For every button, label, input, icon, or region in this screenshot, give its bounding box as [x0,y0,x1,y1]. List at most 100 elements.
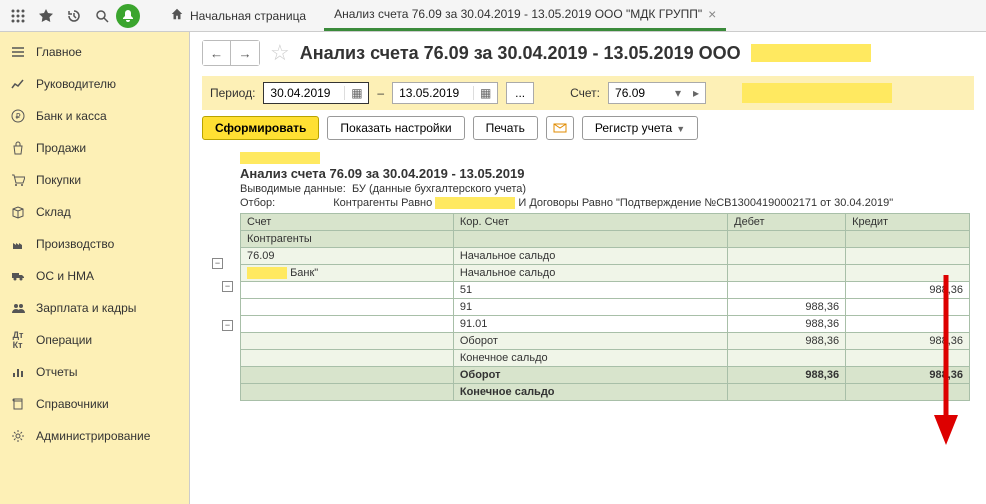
tree-collapse-icon[interactable]: − [222,281,233,292]
date-to-input[interactable] [393,83,473,103]
titlebar: ← → ☆ Анализ счета 76.09 за 30.04.2019 -… [202,40,974,66]
sidebar-item-assets[interactable]: ОС и НМА [0,260,189,292]
sidebar-item-admin[interactable]: Администрирование [0,420,189,452]
truck-icon [10,268,26,284]
sidebar-item-operations[interactable]: ДтКтОперации [0,324,189,356]
cell: 988,36 [846,282,970,299]
col-contragents: Контрагенты [241,231,454,248]
back-button[interactable]: ← [203,41,231,65]
col-cor-account: Кор. Счет [453,214,727,231]
col-debit: Дебет [728,214,846,231]
org-select-redacted[interactable] [742,83,892,103]
ruble-icon: ₽ [10,108,26,124]
gear-icon [10,428,26,444]
filter-bar: Период: ▦ – ▦ ... Счет: ▾ ▸ [202,76,974,110]
close-icon[interactable]: × [708,6,716,22]
factory-icon [10,236,26,252]
bell-icon[interactable] [116,4,140,28]
sidebar-item-reports[interactable]: Отчеты [0,356,189,388]
cell: 988,36 [728,299,846,316]
sidebar-item-bank[interactable]: ₽Банк и касса [0,100,189,132]
cell: 91.01 [453,316,727,333]
home-tab[interactable]: Начальная страница [160,7,316,24]
report-filter: Отбор: Контрагенты Равно И Договоры Равн… [240,197,974,209]
cell: 988,36 [846,367,970,384]
sidebar-item-main[interactable]: Главное [0,36,189,68]
cell: Конечное сальдо [453,384,727,401]
date-to-field[interactable]: ▦ [392,82,498,104]
cell: Оборот [453,367,727,384]
period-label: Период: [210,86,255,100]
open-icon[interactable]: ▸ [687,86,705,100]
cell: 91 [453,299,727,316]
sidebar: Главное Руководителю ₽Банк и касса Прода… [0,32,190,504]
sidebar-item-warehouse[interactable]: Склад [0,196,189,228]
star-icon[interactable] [32,2,60,30]
report-title: Анализ счета 76.09 за 30.04.2019 - 13.05… [240,166,974,181]
search-icon[interactable] [88,2,116,30]
form-button[interactable]: Сформировать [202,116,319,140]
main-content: ← → ☆ Анализ счета 76.09 за 30.04.2019 -… [190,32,986,504]
cell: Начальное сальдо [453,248,727,265]
register-button[interactable]: Регистр учета▼ [582,116,698,140]
apps-icon[interactable] [4,2,32,30]
sidebar-item-purchases[interactable]: Покупки [0,164,189,196]
home-label: Начальная страница [190,9,306,23]
cell: Оборот [453,333,727,350]
cell: 988,36 [728,316,846,333]
page-title: Анализ счета 76.09 за 30.04.2019 - 13.05… [300,43,741,64]
report-subtitle: Выводимые данные: БУ (данные бухгалтерск… [240,183,974,195]
sidebar-item-sales[interactable]: Продажи [0,132,189,164]
dropdown-icon[interactable]: ▾ [669,86,687,100]
box-icon [10,204,26,220]
tree-column: − − − [208,258,236,331]
sidebar-item-catalogs[interactable]: Справочники [0,388,189,420]
show-settings-button[interactable]: Показать настройки [327,116,464,140]
bars-icon [10,364,26,380]
mail-button[interactable] [546,116,574,140]
account-label: Счет: [570,86,600,100]
cell: 51 [453,282,727,299]
home-icon [170,7,184,24]
forward-button[interactable]: → [231,41,259,65]
action-bar: Сформировать Показать настройки Печать Р… [202,116,974,140]
account-input[interactable] [609,83,669,103]
cell: 76.09 [241,248,454,265]
date-dash: – [377,86,384,100]
sidebar-item-production[interactable]: Производство [0,228,189,260]
col-credit: Кредит [846,214,970,231]
history-icon[interactable] [60,2,88,30]
period-picker-button[interactable]: ... [506,82,534,104]
calendar-icon[interactable]: ▦ [344,86,368,100]
tree-collapse-icon[interactable]: − [222,320,233,331]
dtkt-icon: ДтКт [10,332,26,348]
bag-icon [10,140,26,156]
people-icon [10,300,26,316]
cell: 988,36 [846,333,970,350]
cell: Начальное сальдо [453,265,727,282]
report-table: Счет Кор. Счет Дебет Кредит Контрагенты … [240,213,970,401]
redacted [240,152,320,164]
account-select[interactable]: ▾ ▸ [608,82,706,104]
col-account: Счет [241,214,454,231]
cart-icon [10,172,26,188]
topbar: Начальная страница Анализ счета 76.09 за… [0,0,986,32]
cell: Банк" [241,265,454,282]
favorite-star-icon[interactable]: ☆ [270,40,290,66]
chart-icon [10,76,26,92]
calendar-icon[interactable]: ▦ [473,86,497,100]
book-icon [10,396,26,412]
tree-collapse-icon[interactable]: − [212,258,223,269]
sidebar-item-manager[interactable]: Руководителю [0,68,189,100]
cell: 988,36 [728,367,846,384]
redacted [435,197,515,209]
nav-back-forward: ← → [202,40,260,66]
cell: 988,36 [728,333,846,350]
date-from-input[interactable] [264,83,344,103]
sidebar-item-payroll[interactable]: Зарплата и кадры [0,292,189,324]
tab-active[interactable]: Анализ счета 76.09 за 30.04.2019 - 13.05… [324,0,726,31]
tab-label: Анализ счета 76.09 за 30.04.2019 - 13.05… [334,7,702,21]
org-name-redacted [751,44,871,62]
date-from-field[interactable]: ▦ [263,82,369,104]
print-button[interactable]: Печать [473,116,538,140]
